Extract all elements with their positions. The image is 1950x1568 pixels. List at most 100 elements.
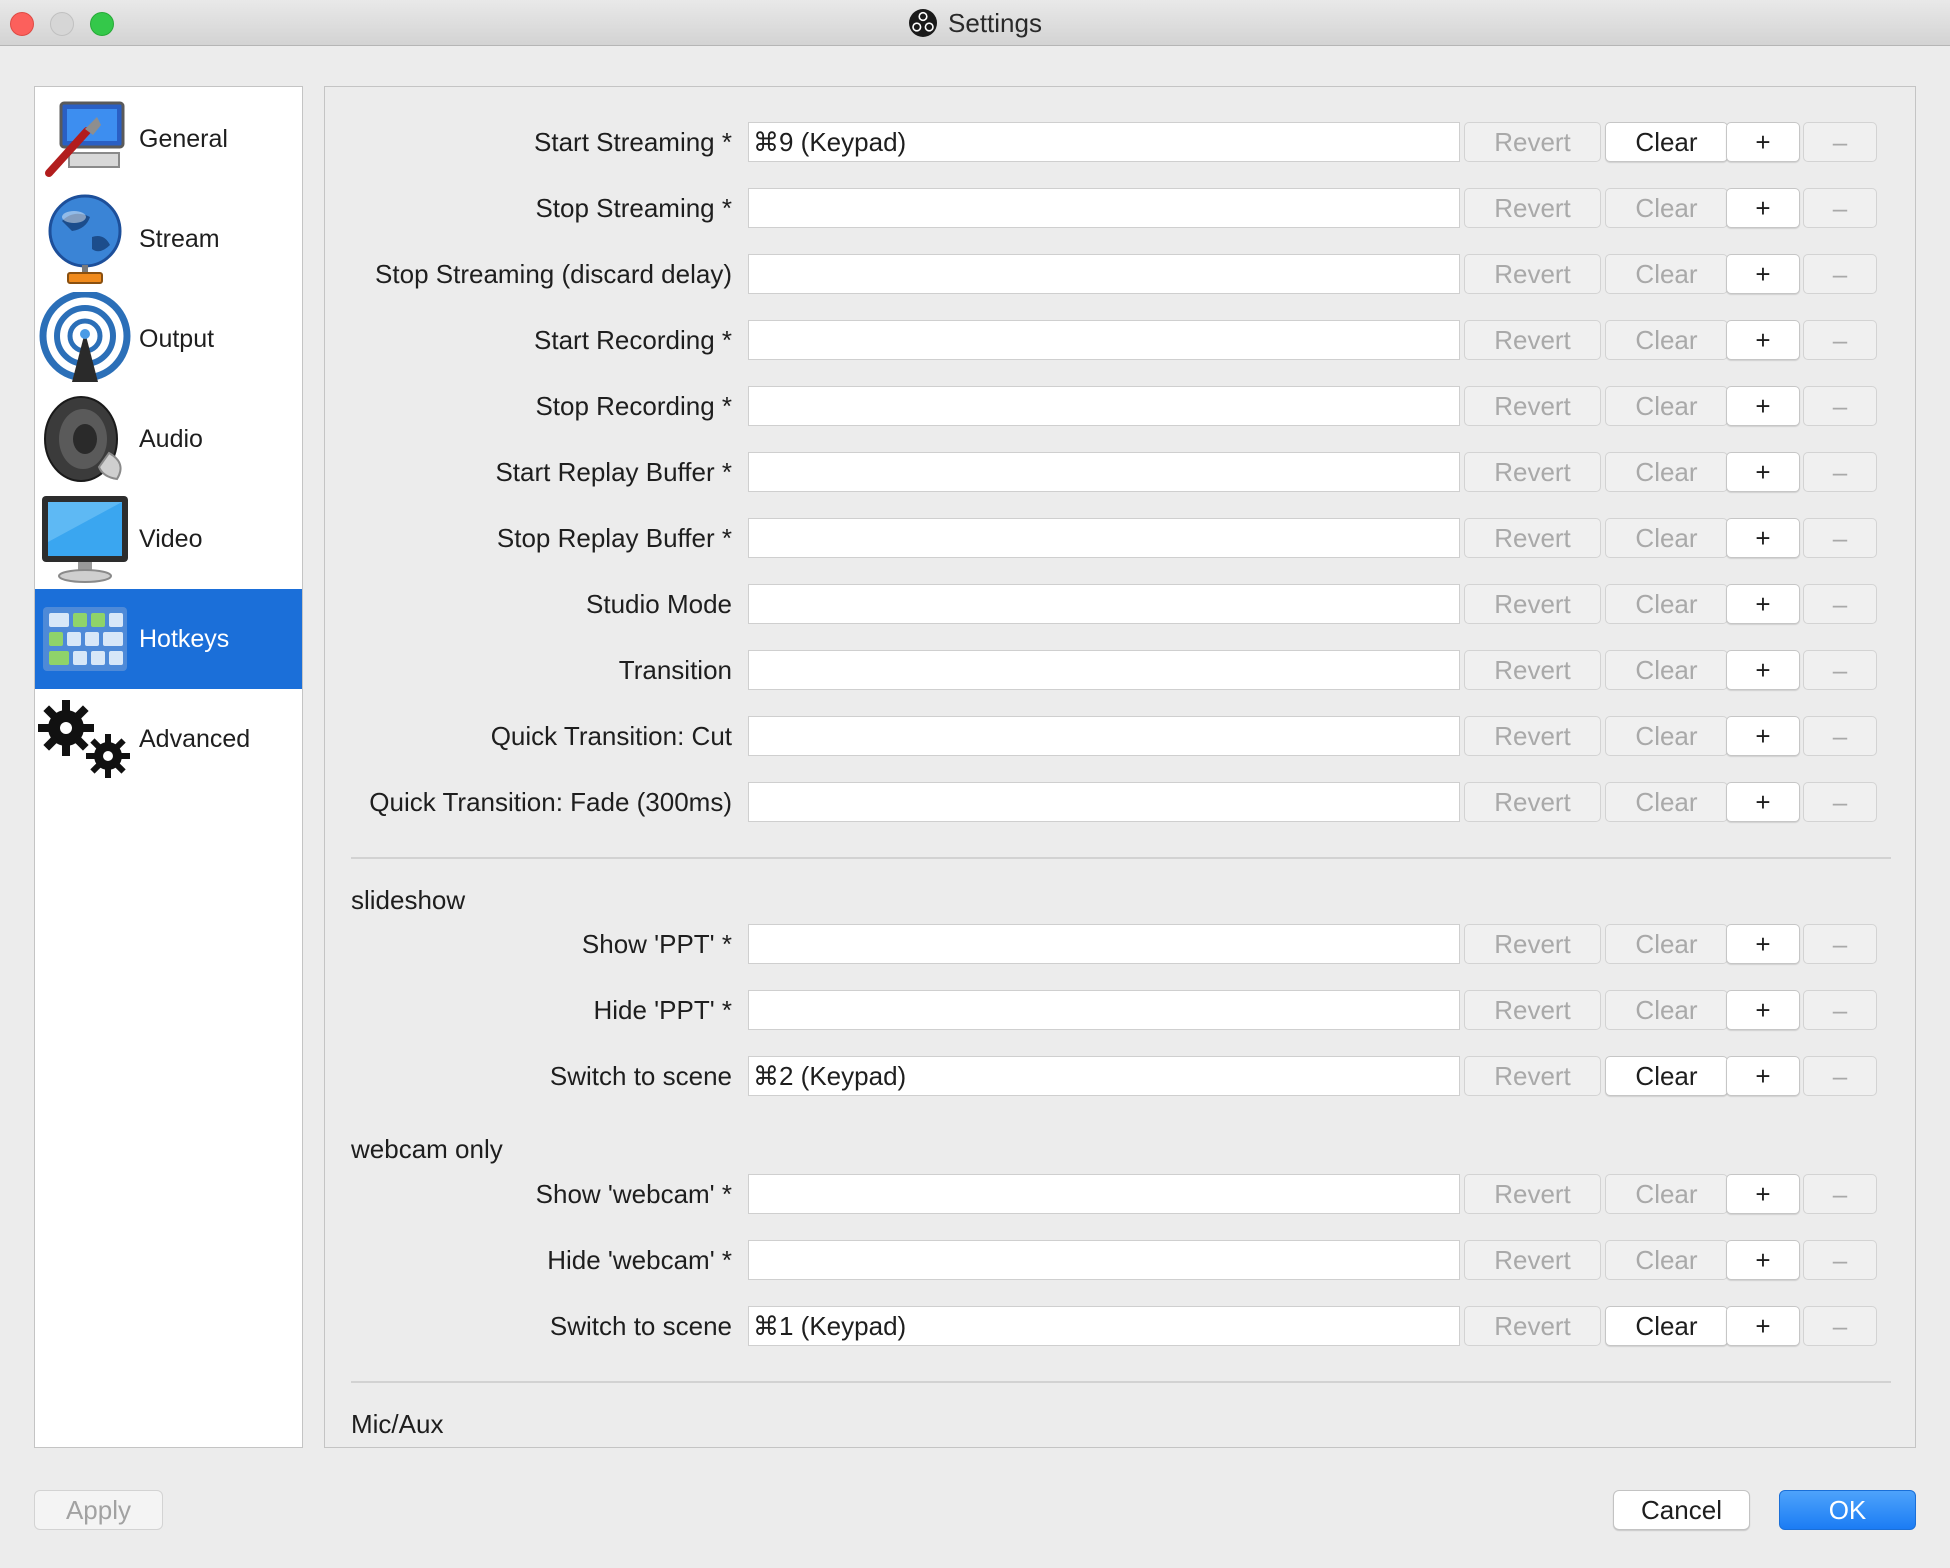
clear-button[interactable]: Clear [1605, 1240, 1728, 1280]
clear-button[interactable]: Clear [1605, 1306, 1728, 1346]
remove-hotkey-button[interactable]: – [1803, 584, 1877, 624]
hotkey-input[interactable] [748, 1240, 1460, 1280]
clear-button[interactable]: Clear [1605, 518, 1728, 558]
remove-hotkey-button[interactable]: – [1803, 386, 1877, 426]
add-hotkey-button[interactable]: + [1726, 716, 1800, 756]
remove-hotkey-button[interactable]: – [1803, 452, 1877, 492]
cancel-button[interactable]: Cancel [1613, 1490, 1750, 1530]
clear-button[interactable]: Clear [1605, 716, 1728, 756]
sidebar-item-output[interactable]: Output [35, 289, 302, 389]
add-hotkey-button[interactable]: + [1726, 990, 1800, 1030]
remove-hotkey-button[interactable]: – [1803, 650, 1877, 690]
sidebar-item-hotkeys[interactable]: Hotkeys [35, 589, 302, 689]
revert-button[interactable]: Revert [1464, 782, 1601, 822]
clear-button[interactable]: Clear [1605, 782, 1728, 822]
clear-button[interactable]: Clear [1605, 320, 1728, 360]
clear-button[interactable]: Clear [1605, 386, 1728, 426]
hotkey-input[interactable] [748, 990, 1460, 1030]
hotkey-input[interactable] [748, 386, 1460, 426]
clear-button[interactable]: Clear [1605, 924, 1728, 964]
remove-hotkey-button[interactable]: – [1803, 924, 1877, 964]
hotkey-input[interactable] [748, 188, 1460, 228]
remove-hotkey-button[interactable]: – [1803, 990, 1877, 1030]
revert-button[interactable]: Revert [1464, 320, 1601, 360]
add-hotkey-button[interactable]: + [1726, 1306, 1800, 1346]
remove-hotkey-button[interactable]: – [1803, 782, 1877, 822]
add-hotkey-button[interactable]: + [1726, 782, 1800, 822]
revert-button[interactable]: Revert [1464, 990, 1601, 1030]
add-hotkey-button[interactable]: + [1726, 1240, 1800, 1280]
clear-button[interactable]: Clear [1605, 1056, 1728, 1096]
revert-button[interactable]: Revert [1464, 452, 1601, 492]
clear-button[interactable]: Clear [1605, 990, 1728, 1030]
add-hotkey-button[interactable]: + [1726, 122, 1800, 162]
hotkey-input[interactable] [748, 452, 1460, 492]
add-hotkey-button[interactable]: + [1726, 452, 1800, 492]
revert-button[interactable]: Revert [1464, 584, 1601, 624]
clear-button[interactable]: Clear [1605, 1174, 1728, 1214]
add-hotkey-button[interactable]: + [1726, 1174, 1800, 1214]
remove-hotkey-button[interactable]: – [1803, 716, 1877, 756]
clear-button[interactable]: Clear [1605, 452, 1728, 492]
clear-button[interactable]: Clear [1605, 584, 1728, 624]
revert-button[interactable]: Revert [1464, 1240, 1601, 1280]
remove-hotkey-button[interactable]: – [1803, 518, 1877, 558]
clear-button[interactable]: Clear [1605, 188, 1728, 228]
add-hotkey-button[interactable]: + [1726, 518, 1800, 558]
revert-button[interactable]: Revert [1464, 518, 1601, 558]
add-hotkey-button[interactable]: + [1726, 254, 1800, 294]
hotkey-row-stop-recording: Stop Recording * Revert Clear + – [325, 384, 1915, 428]
add-hotkey-button[interactable]: + [1726, 650, 1800, 690]
revert-button[interactable]: Revert [1464, 650, 1601, 690]
clear-button[interactable]: Clear [1605, 650, 1728, 690]
gears-icon [35, 689, 135, 789]
hotkey-input[interactable] [748, 320, 1460, 360]
revert-button[interactable]: Revert [1464, 1306, 1601, 1346]
sidebar-item-stream[interactable]: Stream [35, 189, 302, 289]
sidebar-item-audio[interactable]: Audio [35, 389, 302, 489]
sidebar-item-general[interactable]: General [35, 89, 302, 189]
revert-button[interactable]: Revert [1464, 122, 1601, 162]
revert-button[interactable]: Revert [1464, 924, 1601, 964]
hotkey-input[interactable] [748, 650, 1460, 690]
hotkey-input[interactable] [748, 716, 1460, 756]
remove-hotkey-button[interactable]: – [1803, 254, 1877, 294]
hotkey-input[interactable] [748, 584, 1460, 624]
remove-hotkey-button[interactable]: – [1803, 122, 1877, 162]
clear-button[interactable]: Clear [1605, 254, 1728, 294]
remove-hotkey-button[interactable]: – [1803, 1240, 1877, 1280]
add-hotkey-button[interactable]: + [1726, 584, 1800, 624]
apply-button[interactable]: Apply [34, 1490, 163, 1530]
clear-button[interactable]: Clear [1605, 122, 1728, 162]
remove-hotkey-button[interactable]: – [1803, 1056, 1877, 1096]
hotkey-input[interactable] [748, 782, 1460, 822]
revert-button[interactable]: Revert [1464, 188, 1601, 228]
add-hotkey-button[interactable]: + [1726, 320, 1800, 360]
ok-button[interactable]: OK [1779, 1490, 1916, 1530]
hotkey-input[interactable] [748, 254, 1460, 294]
hotkey-input[interactable]: ⌘2 (Keypad) [748, 1056, 1460, 1096]
revert-button[interactable]: Revert [1464, 254, 1601, 294]
revert-button[interactable]: Revert [1464, 716, 1601, 756]
revert-button[interactable]: Revert [1464, 1056, 1601, 1096]
add-hotkey-button[interactable]: + [1726, 386, 1800, 426]
revert-button[interactable]: Revert [1464, 1174, 1601, 1214]
sidebar-item-advanced[interactable]: Advanced [35, 689, 302, 789]
hotkey-input[interactable] [748, 924, 1460, 964]
add-hotkey-button[interactable]: + [1726, 1056, 1800, 1096]
remove-hotkey-button[interactable]: – [1803, 1174, 1877, 1214]
hotkey-input[interactable] [748, 518, 1460, 558]
settings-window: Settings General Stream Output Audio Vid… [0, 0, 1950, 1568]
hotkey-input[interactable]: ⌘9 (Keypad) [748, 122, 1460, 162]
revert-button[interactable]: Revert [1464, 386, 1601, 426]
hotkey-input[interactable] [748, 1174, 1460, 1214]
remove-hotkey-button[interactable]: – [1803, 188, 1877, 228]
remove-hotkey-button[interactable]: – [1803, 1306, 1877, 1346]
remove-hotkey-button[interactable]: – [1803, 320, 1877, 360]
add-hotkey-button[interactable]: + [1726, 188, 1800, 228]
hotkey-input[interactable]: ⌘1 (Keypad) [748, 1306, 1460, 1346]
title-wrap: Settings [0, 0, 1950, 46]
sidebar-item-label: Stream [139, 224, 220, 253]
add-hotkey-button[interactable]: + [1726, 924, 1800, 964]
sidebar-item-video[interactable]: Video [35, 489, 302, 589]
